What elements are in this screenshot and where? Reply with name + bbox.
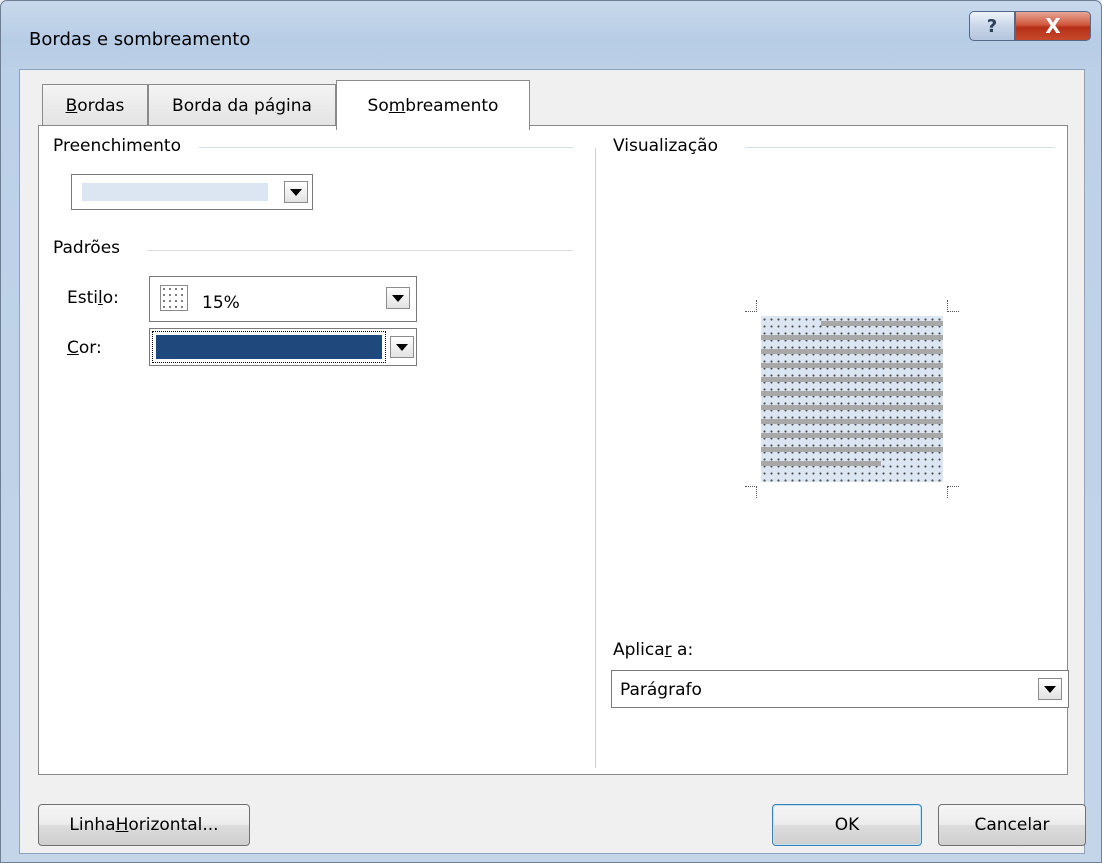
horizontal-line-button[interactable]: Linha Horizontal... — [38, 804, 250, 846]
apply-to-value: Parágrafo — [620, 680, 702, 700]
preview-line — [761, 335, 943, 340]
style-label: Estilo: — [67, 288, 119, 308]
corner-mark — [947, 486, 959, 498]
pattern-color-swatch — [156, 335, 382, 359]
preview-line — [761, 461, 881, 466]
apply-to-select[interactable]: Parágrafo — [611, 670, 1069, 708]
window-title: Bordas e sombreamento — [29, 29, 251, 50]
patterns-group-label: Padrões — [53, 238, 121, 258]
preview-line — [761, 377, 943, 382]
pattern-color-combo[interactable] — [149, 328, 417, 366]
fill-group-line — [199, 147, 573, 148]
preview-line — [761, 419, 943, 424]
style-value: 15% — [202, 293, 240, 313]
chevron-down-icon[interactable] — [386, 287, 410, 309]
preview-line — [821, 321, 943, 326]
chevron-down-icon[interactable] — [1038, 678, 1062, 700]
preview-line — [761, 391, 943, 396]
tab-sombreamento[interactable]: So m breamento — [336, 80, 530, 130]
tab-bordas[interactable]: Bordas — [42, 84, 148, 126]
corner-mark — [745, 300, 757, 312]
apply-to-label: Aplicar a: — [613, 640, 694, 660]
fill-color-combo[interactable] — [71, 174, 313, 210]
preview-line — [761, 433, 943, 438]
title-bar[interactable]: Bordas e sombreamento ? X — [1, 1, 1101, 69]
preview-group-line — [745, 147, 1055, 148]
dialog-client-area: Bordas Borda da pá g ina So m breamento Pree… — [19, 69, 1086, 854]
cancel-button[interactable]: Cancelar — [938, 804, 1086, 846]
color-label: Cor: — [67, 338, 102, 358]
preview-line — [761, 405, 943, 410]
preview-line — [761, 349, 943, 354]
style-combo[interactable]: 15% — [149, 276, 417, 322]
patterns-group-line — [147, 250, 573, 251]
preview-line — [761, 447, 943, 452]
preview-line — [761, 363, 943, 368]
chevron-down-icon[interactable] — [390, 336, 414, 358]
tab-borda-da-pagina[interactable]: Borda da pá g ina — [148, 84, 336, 126]
dotted-pattern-icon — [160, 285, 188, 311]
corner-mark — [745, 486, 757, 498]
close-icon: X — [1045, 14, 1061, 38]
fill-color-swatch — [82, 183, 268, 201]
corner-mark — [947, 300, 959, 312]
help-icon: ? — [986, 15, 998, 37]
help-button[interactable]: ? — [969, 11, 1015, 41]
ok-button[interactable]: OK — [772, 804, 922, 846]
chevron-down-icon[interactable] — [284, 181, 308, 203]
dialog-window: Bordas e sombreamento ? X Bordas Borda d… — [0, 0, 1102, 863]
separator — [595, 148, 596, 768]
fill-group-label: Preenchimento — [53, 136, 181, 156]
tab-panel-sombreamento: Preenchimento Padrões Estilo: 15% Cor: V… — [38, 125, 1069, 775]
close-button[interactable]: X — [1015, 11, 1091, 41]
preview-area — [761, 316, 943, 482]
preview-group-label: Visualização — [613, 136, 718, 156]
